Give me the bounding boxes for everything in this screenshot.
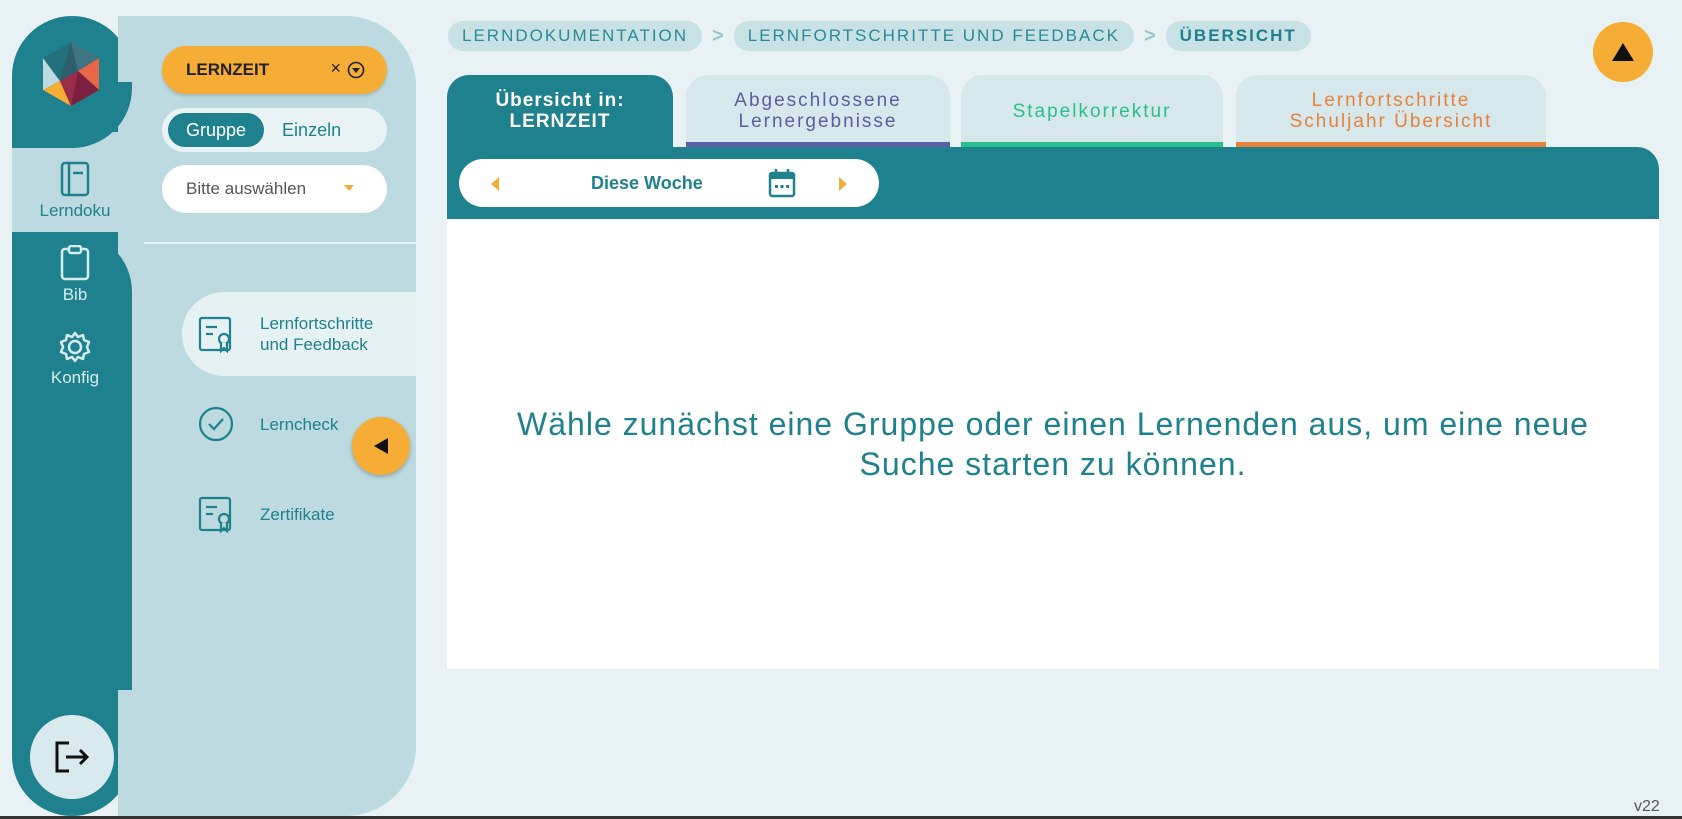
- next-week-icon[interactable]: [839, 177, 847, 191]
- learner-select-placeholder: Bitte auswählen: [186, 179, 307, 198]
- arrow-left-icon: [374, 438, 388, 454]
- empty-state-message: Wähle zunächst eine Gruppe oder einen Le…: [517, 406, 1589, 482]
- rail-item-lerndoku[interactable]: Lerndoku: [18, 150, 132, 232]
- mode-toggle: Gruppe Einzeln: [162, 108, 387, 152]
- tab-label-line2: LERNZEIT: [509, 111, 611, 132]
- tab-label-line1: Abgeschlossene: [734, 90, 902, 111]
- rail-item-bib[interactable]: Bib: [18, 234, 132, 316]
- nav-label-line1: Lernfortschritte: [260, 314, 374, 333]
- scroll-top-button[interactable]: [1593, 22, 1653, 82]
- group-chip[interactable]: LERNZEIT ×: [162, 46, 387, 94]
- breadcrumb: LERNDOKUMENTATION > LERNFORTSCHRITTE UND…: [448, 21, 1311, 51]
- notebook-icon: [60, 161, 90, 197]
- breadcrumb-item[interactable]: LERNDOKUMENTATION: [448, 21, 703, 51]
- nav-label-line1: Zertifikate: [260, 504, 335, 524]
- breadcrumb-separator: >: [712, 24, 724, 47]
- group-chip-label: LERNZEIT: [186, 60, 270, 79]
- nav-label-line2: und Feedback: [260, 335, 368, 354]
- logout-icon: [55, 741, 90, 773]
- clear-icon[interactable]: ×: [330, 58, 341, 79]
- tab-label-line2: Schuljahr Übersicht: [1289, 111, 1493, 132]
- tab-completed-results[interactable]: Abgeschlossene Lernergebnisse: [686, 75, 950, 147]
- caret-down-icon: [344, 185, 354, 191]
- tab-label-line1: Übersicht in:: [495, 90, 625, 111]
- learner-select[interactable]: Bitte auswählen: [162, 165, 387, 213]
- certificate-icon: [198, 496, 232, 533]
- check-circle-icon: [198, 406, 234, 442]
- rail-item-konfig[interactable]: Konfig: [18, 318, 132, 400]
- rail-item-label: Bib: [62, 285, 88, 304]
- logout-button[interactable]: [30, 715, 114, 799]
- toggle-single[interactable]: Einzeln: [264, 113, 359, 147]
- version-label: v22: [1634, 798, 1660, 815]
- nav-item-zertifikate[interactable]: Zertifikate: [182, 472, 416, 556]
- calendar-icon[interactable]: [768, 168, 796, 198]
- breadcrumb-separator: >: [1143, 24, 1156, 47]
- toggle-group[interactable]: Gruppe: [168, 113, 265, 147]
- rail-item-label: Lerndoku: [39, 201, 111, 220]
- tab-label-line2: Lernergebnisse: [738, 111, 898, 132]
- tab-batch-correction[interactable]: Stapelkorrektur: [961, 75, 1223, 147]
- gear-icon: [59, 331, 91, 363]
- breadcrumb-item[interactable]: LERNFORTSCHRITTE UND FEEDBACK: [733, 21, 1134, 51]
- tab-label-line1: Lernfortschritte: [1311, 90, 1471, 111]
- clipboard-icon: [60, 245, 90, 281]
- chevron-down-icon[interactable]: [347, 61, 365, 79]
- rail-item-label: Konfig: [50, 368, 100, 387]
- collapse-panel-button[interactable]: [352, 417, 410, 475]
- week-selector: Diese Woche: [459, 159, 879, 207]
- nav-item-lernfortschritte[interactable]: Lernfortschritte und Feedback: [182, 292, 416, 376]
- certificate-icon: [198, 316, 232, 353]
- nav-label-line1: Lerncheck: [260, 414, 339, 434]
- tab-overview[interactable]: Übersicht in: LERNZEIT: [447, 75, 673, 147]
- week-label: Diese Woche: [591, 173, 703, 193]
- app-logo[interactable]: [38, 41, 104, 107]
- panel-divider: [144, 242, 416, 244]
- tab-year-overview[interactable]: Lernfortschritte Schuljahr Übersicht: [1236, 75, 1546, 147]
- prev-week-icon[interactable]: [491, 177, 499, 191]
- arrow-up-icon: [1612, 43, 1634, 61]
- tab-label-line1: Stapelkorrektur: [1012, 100, 1172, 122]
- breadcrumb-current: ÜBERSICHT: [1165, 21, 1311, 51]
